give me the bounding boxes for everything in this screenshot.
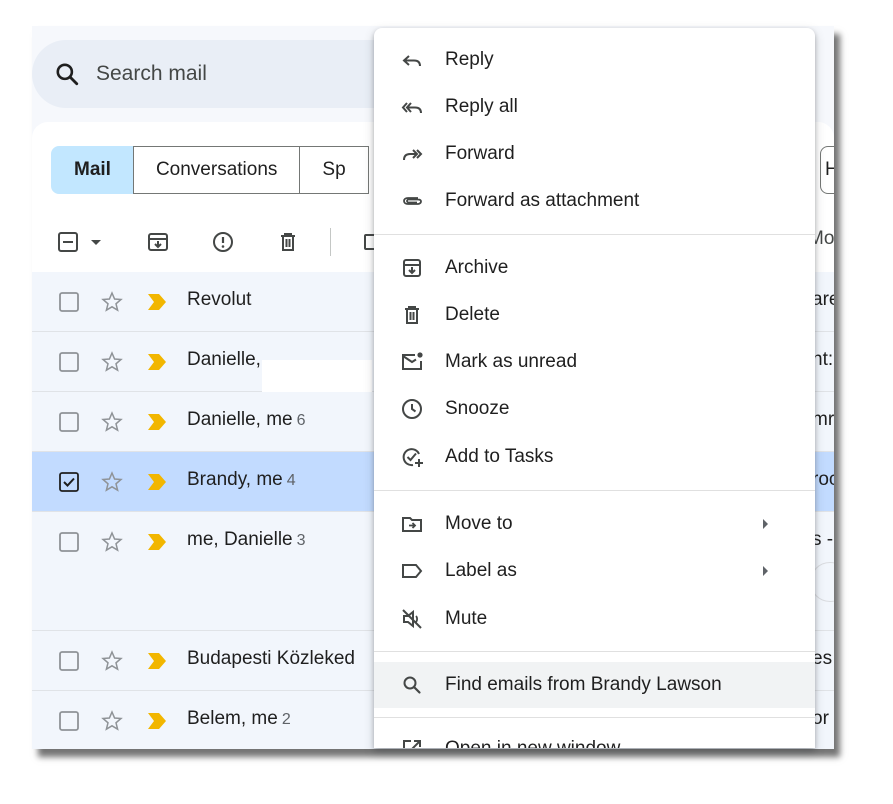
menu-item-reply[interactable]: Reply bbox=[374, 37, 815, 83]
menu-item-delete[interactable]: Delete bbox=[374, 292, 815, 338]
open-new-window-icon bbox=[403, 740, 421, 748]
row-snippet: nt: bbox=[812, 349, 834, 370]
category-chips: Mail Conversations Sp bbox=[51, 146, 369, 194]
archive-icon[interactable] bbox=[146, 230, 170, 254]
search-icon bbox=[403, 676, 421, 694]
row-sender: Budapesti Közleked bbox=[187, 648, 355, 669]
chevron-right-icon bbox=[763, 519, 768, 529]
thread-count: 4 bbox=[286, 472, 296, 489]
row-checkbox-checked-icon[interactable] bbox=[58, 471, 80, 493]
row-snippet: roc bbox=[812, 469, 834, 490]
add-task-icon bbox=[402, 448, 423, 467]
menu-divider bbox=[374, 717, 815, 718]
star-icon[interactable] bbox=[100, 470, 124, 494]
menu-item-label-as[interactable]: Label as bbox=[374, 548, 815, 594]
move-to-icon bbox=[402, 517, 422, 532]
label-icon bbox=[402, 564, 423, 578]
thread-count: 2 bbox=[281, 711, 291, 728]
menu-item-reply-all[interactable]: Reply all bbox=[374, 84, 815, 130]
menu-item-mark-as-unread[interactable]: Mark as unread bbox=[374, 339, 815, 385]
menu-divider bbox=[374, 490, 815, 491]
archive-icon bbox=[403, 259, 421, 277]
row-sender: me, Danielle 3 bbox=[187, 529, 306, 550]
reply-all-icon bbox=[401, 102, 422, 114]
menu-item-snooze[interactable]: Snooze bbox=[374, 386, 815, 432]
menu-divider bbox=[374, 234, 815, 235]
forward-icon bbox=[403, 149, 423, 161]
importance-marker-icon[interactable] bbox=[148, 414, 166, 430]
menu-divider bbox=[374, 651, 815, 652]
attachment-icon bbox=[403, 197, 422, 205]
row-snippet: es bbox=[812, 648, 833, 669]
menu-item-find-emails[interactable]: Find emails from Brandy Lawson bbox=[374, 662, 815, 708]
importance-marker-icon[interactable] bbox=[148, 534, 166, 550]
importance-marker-icon[interactable] bbox=[148, 474, 166, 490]
row-checkbox-icon[interactable] bbox=[58, 291, 80, 313]
thread-count: 6 bbox=[296, 412, 306, 429]
star-icon[interactable] bbox=[100, 530, 124, 554]
menu-item-open-in-new-window[interactable]: Open in new window bbox=[374, 726, 815, 748]
chevron-down-icon[interactable] bbox=[88, 230, 104, 254]
row-checkbox-icon[interactable] bbox=[58, 411, 80, 433]
star-icon[interactable] bbox=[100, 290, 124, 314]
row-checkbox-icon[interactable] bbox=[58, 531, 80, 553]
mute-icon bbox=[402, 609, 422, 629]
search-input[interactable] bbox=[96, 62, 336, 86]
chip-sp[interactable]: Sp bbox=[299, 146, 369, 194]
chip-mail[interactable]: Mail bbox=[51, 146, 134, 194]
trash-icon bbox=[405, 306, 419, 324]
mark-unread-icon bbox=[402, 352, 423, 370]
report-spam-icon[interactable] bbox=[211, 230, 235, 254]
row-checkbox-icon[interactable] bbox=[58, 351, 80, 373]
star-icon[interactable] bbox=[100, 709, 124, 733]
importance-marker-icon[interactable] bbox=[148, 294, 166, 310]
importance-marker-icon[interactable] bbox=[148, 653, 166, 669]
importance-marker-icon[interactable] bbox=[148, 354, 166, 370]
menu-item-archive[interactable]: Archive bbox=[374, 245, 815, 291]
importance-marker-icon[interactable] bbox=[148, 713, 166, 729]
select-checkbox-icon[interactable] bbox=[56, 230, 80, 254]
menu-item-mute[interactable]: Mute bbox=[374, 596, 815, 642]
row-sender: Danielle, bbox=[187, 349, 261, 370]
star-icon[interactable] bbox=[100, 350, 124, 374]
trash-icon[interactable] bbox=[276, 230, 300, 254]
menu-item-move-to[interactable]: Move to bbox=[374, 501, 815, 547]
star-icon[interactable] bbox=[100, 649, 124, 673]
reply-icon bbox=[402, 55, 421, 67]
row-sender: Revolut bbox=[187, 289, 252, 310]
row-sender: Brandy, me 4 bbox=[187, 469, 296, 490]
clock-icon bbox=[402, 399, 422, 419]
row-sender: Danielle, me 6 bbox=[187, 409, 306, 430]
star-icon[interactable] bbox=[100, 410, 124, 434]
menu-item-forward-as-attachment[interactable]: Forward as attachment bbox=[374, 178, 815, 224]
row-sender: Belem, me 2 bbox=[187, 708, 291, 729]
row-snippet: are bbox=[812, 289, 834, 310]
row-checkbox-icon[interactable] bbox=[58, 710, 80, 732]
row-snippet: mr bbox=[812, 409, 834, 430]
chevron-right-icon bbox=[763, 566, 768, 576]
thread-count: 3 bbox=[296, 532, 306, 549]
row-checkbox-icon[interactable] bbox=[58, 650, 80, 672]
search-icon bbox=[56, 63, 79, 86]
menu-item-add-to-tasks[interactable]: Add to Tasks bbox=[374, 434, 815, 480]
row-snippet: s - bbox=[812, 529, 834, 550]
chip-conversations[interactable]: Conversations bbox=[132, 146, 301, 194]
toolbar-divider bbox=[330, 228, 331, 256]
chip-h[interactable]: H bbox=[820, 146, 834, 194]
context-menu: Reply Reply all Forward Forward as attac… bbox=[374, 28, 815, 748]
menu-item-forward[interactable]: Forward bbox=[374, 131, 815, 177]
